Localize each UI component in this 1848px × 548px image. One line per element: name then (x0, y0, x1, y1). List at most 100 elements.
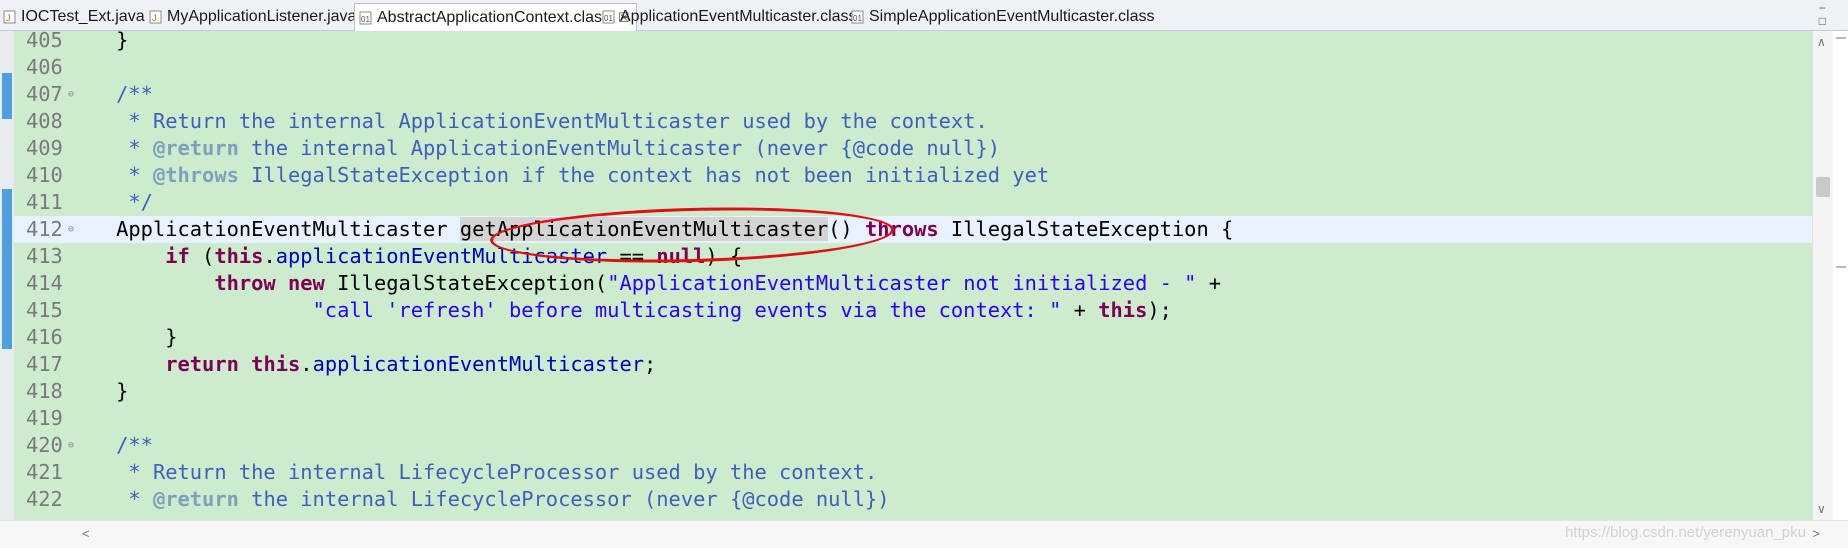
code-text: if (this.applicationEventMulticaster == … (67, 243, 742, 270)
code-line[interactable]: 414 throw new IllegalStateException("App… (14, 270, 1812, 297)
tab-label: MyApplicationListener.java (167, 7, 357, 25)
code-text: } (67, 324, 177, 351)
code-line[interactable]: 410 * @throws IllegalStateException if t… (14, 162, 1812, 189)
code-line[interactable]: 415 "call 'refresh' before multicasting … (14, 297, 1812, 324)
change-marker (2, 73, 12, 119)
code-text: return this.applicationEventMulticaster; (67, 351, 656, 378)
code-line[interactable]: 416 } (14, 324, 1812, 351)
code-token: ); (1147, 298, 1172, 322)
class-file-icon: 01 (601, 9, 616, 24)
svg-text:01: 01 (604, 14, 613, 23)
scroll-thumb[interactable] (1816, 177, 1830, 197)
method-name-occurrence: getApplicationEventMulticaster (459, 217, 829, 241)
watermark: https://blog.csdn.net/yerenyuan_pku (1565, 524, 1806, 541)
code-line[interactable]: 421 * Return the internal LifecycleProce… (14, 459, 1812, 486)
overview-ruler (1834, 31, 1848, 520)
code-line[interactable]: 417 return this.applicationEventMulticas… (14, 351, 1812, 378)
scroll-down-icon[interactable]: ∨ (1817, 502, 1826, 516)
code-line[interactable]: 419 (14, 405, 1812, 432)
tab-abstract-application-context[interactable]: 01 AbstractApplicationContext.class ☒ (354, 3, 637, 31)
code-token: the internal ApplicationEventMulticaster… (238, 136, 1001, 160)
code-line[interactable]: 413 if (this.applicationEventMulticaster… (14, 243, 1812, 270)
code-line[interactable]: 412 ⊖ ApplicationEventMulticaster getAppl… (14, 216, 1812, 243)
code-token: @return (152, 487, 239, 511)
code-token: this (1098, 298, 1148, 322)
window-buttons: − □ (1819, 2, 1826, 28)
tab-my-application-listener[interactable]: J MyApplicationListener.java (148, 3, 356, 30)
code-token: return (165, 352, 239, 376)
code-token: IllegalStateException { (938, 217, 1234, 241)
svg-text:01: 01 (853, 14, 862, 23)
code-line[interactable]: 407 ⊖ /** (14, 81, 1812, 108)
code-text: "call 'refresh' before multicasting even… (67, 297, 1172, 324)
code-token: the internal LifecycleProcessor (never {… (238, 487, 890, 511)
code-line[interactable]: 418 } (14, 378, 1812, 405)
code-token: () (828, 217, 865, 241)
code-text: } (67, 31, 128, 54)
code-token: ApplicationEventMulticaster (116, 217, 460, 241)
code-area[interactable]: 405 } 406 407 ⊖ /** 408 * Return the interna… (14, 31, 1812, 520)
line-number: 406 (26, 55, 63, 79)
vertical-scrollbar[interactable]: ∧ ∨ (1812, 31, 1833, 520)
code-text: * Return the internal LifecycleProcessor… (67, 459, 877, 486)
code-token: /** (116, 82, 153, 106)
code-token: /** (116, 433, 153, 457)
java-file-icon: J (148, 9, 163, 24)
tab-simple-application-event-multicaster[interactable]: 01 SimpleApplicationEventMulticaster.cla… (850, 3, 1154, 30)
code-token: } (116, 31, 129, 52)
code-line[interactable]: 409 * @return the internal ApplicationEv… (14, 135, 1812, 162)
code-text: /** (67, 432, 153, 459)
code-token: throw (214, 271, 276, 295)
horizontal-scrollbar[interactable]: < > https://blog.csdn.net/yerenyuan_pku (0, 520, 1848, 548)
code-text: */ (67, 189, 153, 216)
code-token: * Return the internal ApplicationEventMu… (116, 109, 988, 133)
code-token: this (251, 352, 301, 376)
tab-label: SimpleApplicationEventMulticaster.class (869, 7, 1155, 25)
code-line[interactable]: 406 (14, 54, 1812, 81)
code-token: + (1196, 271, 1222, 295)
scroll-up-icon[interactable]: ∧ (1817, 35, 1826, 49)
code-token: if (165, 244, 190, 268)
editor-tab-bar: J IOCTest_Ext.java J MyApplicationListen… (0, 0, 1848, 31)
code-token: @throws (152, 163, 239, 187)
maximize-icon[interactable]: □ (1819, 15, 1826, 28)
svg-text:J: J (6, 13, 11, 23)
tab-application-event-multicaster[interactable]: 01 ApplicationEventMulticaster.class (601, 3, 857, 30)
code-line[interactable]: 422 * @return the internal LifecycleProc… (14, 486, 1812, 513)
tab-ioctest-ext[interactable]: J IOCTest_Ext.java (2, 3, 145, 30)
scroll-left-icon[interactable]: < (82, 526, 90, 541)
code-text: /** (67, 81, 153, 108)
code-token: ; (644, 352, 657, 376)
code-token: * (116, 487, 153, 511)
code-token: new (288, 271, 325, 295)
code-line[interactable]: 420 ⊖ /** (14, 432, 1812, 459)
svg-text:01: 01 (361, 15, 370, 24)
tab-label: AbstractApplicationContext.class (377, 8, 610, 26)
change-marker (2, 189, 12, 349)
java-file-icon: J (2, 9, 17, 24)
code-token: + (1061, 298, 1099, 322)
code-token: applicationEventMulticaster (275, 244, 608, 268)
code-line[interactable]: 405 } (14, 31, 1812, 54)
code-token: . (263, 244, 276, 268)
code-line[interactable]: 408 * Return the internal ApplicationEve… (14, 108, 1812, 135)
scroll-right-icon[interactable]: > (1812, 526, 1820, 541)
code-text: * @throws IllegalStateException if the c… (67, 162, 1049, 189)
code-token: IllegalStateException( (324, 271, 608, 295)
code-line[interactable]: 411 */ (14, 189, 1812, 216)
